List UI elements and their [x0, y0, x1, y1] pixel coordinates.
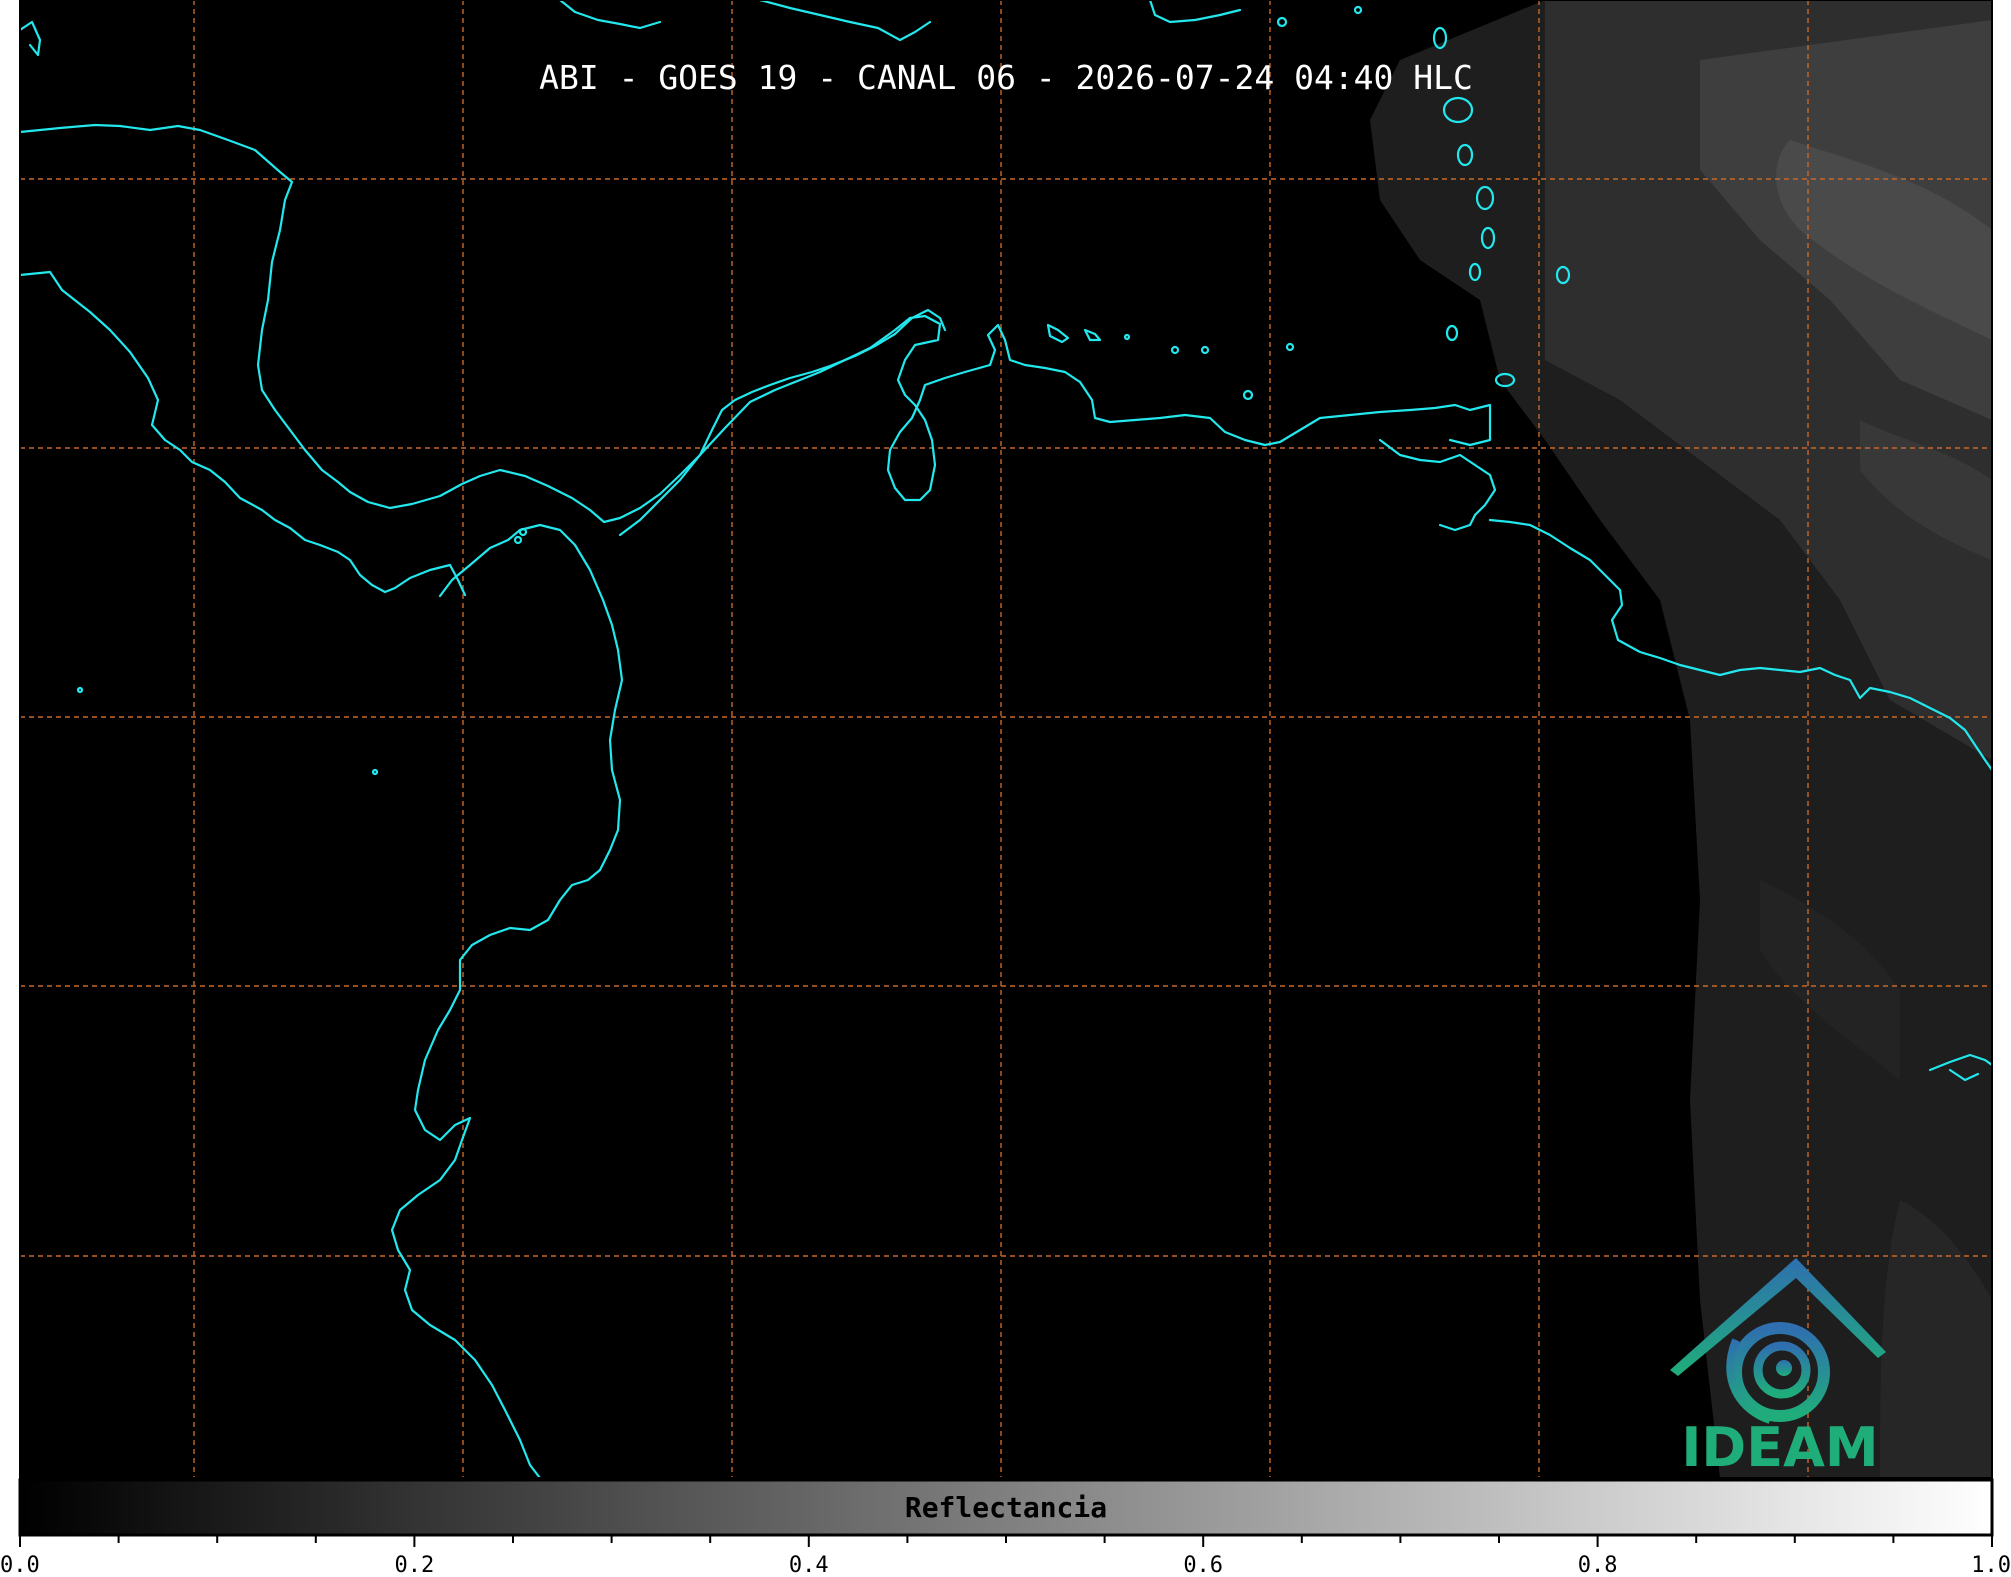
- colorbar-tick-label: 1.0: [1971, 1553, 2011, 1577]
- colorbar-tick-label: 0.4: [789, 1553, 829, 1577]
- colorbar-tick-label: 0.0: [0, 1553, 40, 1577]
- colorbar-tick-label: 0.2: [395, 1553, 435, 1577]
- map-panel: [20, 0, 1992, 1478]
- colorbar-ticks: 0.0 0.2 0.4 0.6 0.8 1.0: [0, 1535, 2011, 1577]
- colorbar: Reflectancia 0.0 0.2 0.4 0.6 0.8 1.0: [0, 1478, 2011, 1577]
- map-title: ABI - GOES 19 - CANAL 06 - 2026-07-24 04…: [539, 58, 1473, 97]
- colorbar-label: Reflectancia: [905, 1491, 1107, 1524]
- ideam-logo-text: IDEAM: [1681, 1416, 1878, 1479]
- satellite-figure: ABI - GOES 19 - CANAL 06 - 2026-07-24 04…: [0, 0, 2011, 1577]
- colorbar-tick-label: 0.6: [1183, 1553, 1223, 1577]
- colorbar-tick-label: 0.8: [1578, 1553, 1618, 1577]
